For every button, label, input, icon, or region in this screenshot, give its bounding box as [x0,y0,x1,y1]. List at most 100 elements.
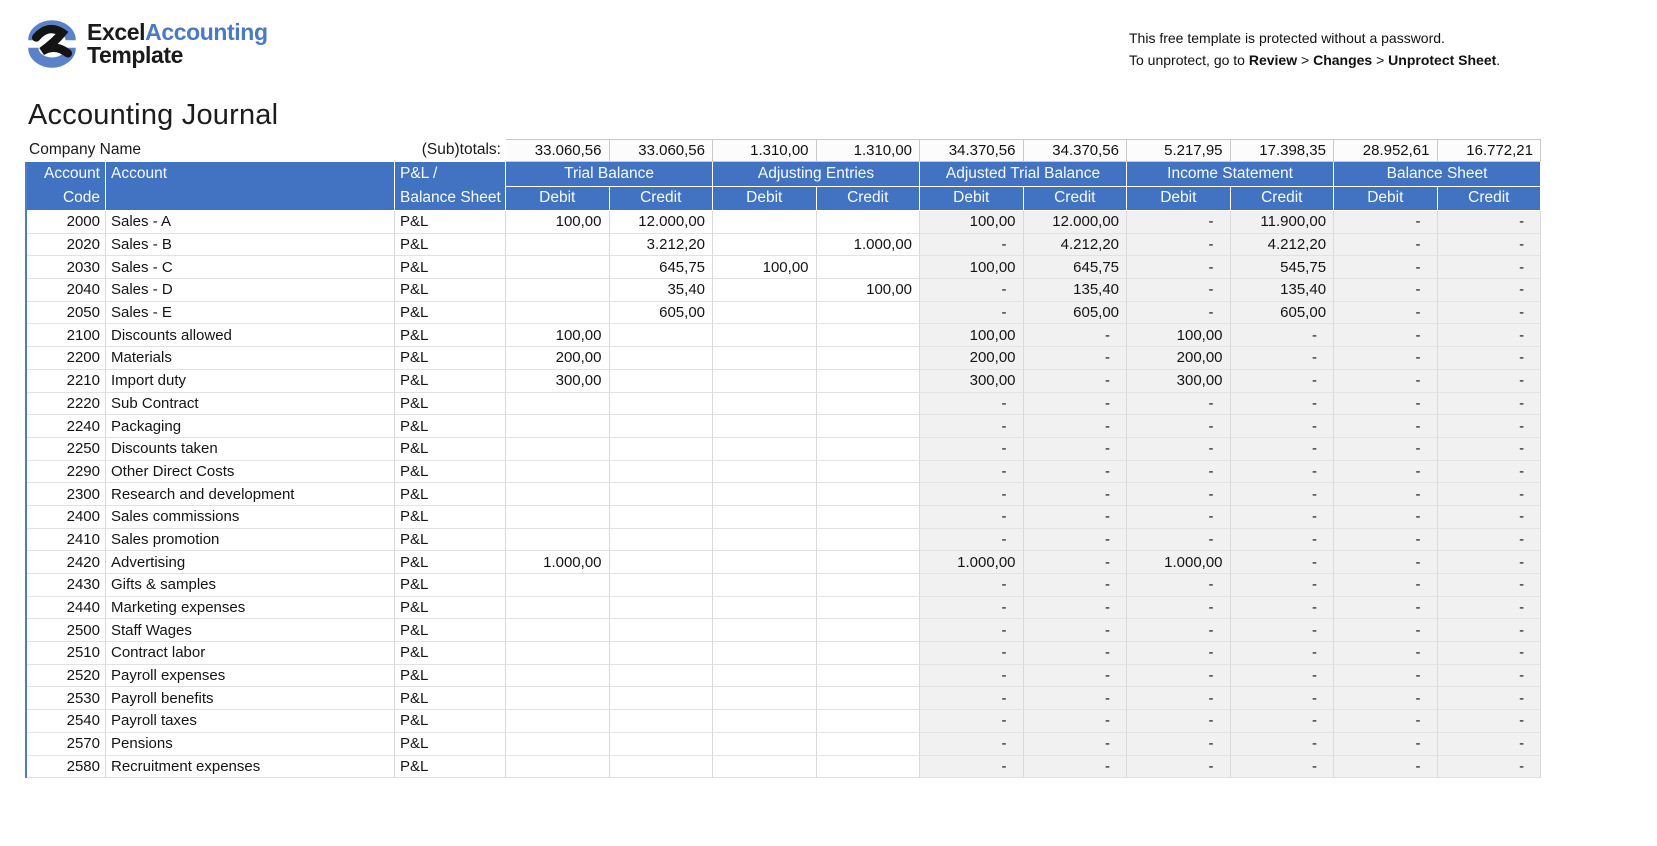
cell-amount[interactable]: - [1024,506,1128,529]
cell-amount[interactable]: - [1231,574,1335,597]
cell-amount[interactable]: 100,00 [506,324,610,347]
cell-amount[interactable] [610,393,714,416]
cell-amount[interactable]: - [1231,619,1335,642]
cell-account-code[interactable]: 2300 [27,483,106,506]
cell-amount[interactable]: - [1127,529,1231,552]
cell-account-name[interactable]: Sub Contract [106,393,395,416]
cell-amount[interactable] [713,234,817,257]
cell-amount[interactable]: - [1438,393,1542,416]
cell-account-name[interactable]: Discounts allowed [106,324,395,347]
cell-amount[interactable]: 645,75 [610,256,714,279]
cell-account-code[interactable]: 2240 [27,415,106,438]
cell-account-name[interactable]: Staff Wages [106,619,395,642]
cell-pl-type[interactable]: P&L [395,461,506,484]
cell-account-code[interactable]: 2410 [27,529,106,552]
cell-pl-type[interactable]: P&L [395,529,506,552]
cell-amount[interactable]: - [1438,687,1542,710]
cell-amount[interactable] [817,687,921,710]
cell-amount[interactable]: - [1127,393,1231,416]
cell-account-code[interactable]: 2530 [27,687,106,710]
cell-amount[interactable] [506,302,610,325]
cell-amount[interactable] [506,574,610,597]
cell-amount[interactable]: - [1334,211,1438,234]
cell-amount[interactable]: - [1127,506,1231,529]
cell-amount[interactable] [713,302,817,325]
cell-amount[interactable] [817,574,921,597]
cell-pl-type[interactable]: P&L [395,687,506,710]
cell-amount[interactable] [506,665,610,688]
cell-amount[interactable] [713,687,817,710]
cell-amount[interactable]: 100,00 [920,324,1024,347]
cell-pl-type[interactable]: P&L [395,302,506,325]
cell-amount[interactable]: 200,00 [506,347,610,370]
cell-amount[interactable]: 135,40 [1231,279,1335,302]
cell-amount[interactable]: - [1334,665,1438,688]
cell-amount[interactable] [817,619,921,642]
cell-amount[interactable] [817,733,921,756]
cell-amount[interactable]: - [920,415,1024,438]
cell-amount[interactable]: - [1438,438,1542,461]
cell-amount[interactable]: - [1024,687,1128,710]
cell-amount[interactable] [506,438,610,461]
cell-account-code[interactable]: 2400 [27,506,106,529]
cell-account-name[interactable]: Sales - A [106,211,395,234]
cell-amount[interactable]: - [1231,597,1335,620]
cell-amount[interactable]: - [1127,415,1231,438]
company-name-cell[interactable]: Company Name [25,139,395,162]
cell-amount[interactable] [713,710,817,733]
cell-amount[interactable]: - [920,619,1024,642]
cell-amount[interactable] [610,370,714,393]
cell-account-name[interactable]: Pensions [106,733,395,756]
cell-amount[interactable]: - [920,642,1024,665]
cell-amount[interactable]: - [1127,597,1231,620]
cell-amount[interactable] [713,733,817,756]
cell-amount[interactable]: - [1231,438,1335,461]
cell-amount[interactable] [610,347,714,370]
cell-amount[interactable]: - [1334,370,1438,393]
cell-amount[interactable] [817,393,921,416]
cell-amount[interactable]: - [920,710,1024,733]
cell-account-name[interactable]: Sales - C [106,256,395,279]
cell-amount[interactable] [817,642,921,665]
cell-account-name[interactable]: Gifts & samples [106,574,395,597]
cell-pl-type[interactable]: P&L [395,506,506,529]
cell-account-code[interactable]: 2200 [27,347,106,370]
cell-amount[interactable]: - [1127,211,1231,234]
cell-amount[interactable] [713,756,817,779]
cell-pl-type[interactable]: P&L [395,642,506,665]
cell-amount[interactable] [713,597,817,620]
cell-amount[interactable]: - [1334,347,1438,370]
cell-amount[interactable]: - [1231,461,1335,484]
cell-amount[interactable] [610,642,714,665]
cell-amount[interactable]: 4.212,20 [1024,234,1128,257]
cell-amount[interactable]: 605,00 [610,302,714,325]
cell-amount[interactable] [610,415,714,438]
cell-amount[interactable]: 300,00 [920,370,1024,393]
cell-amount[interactable]: 200,00 [920,347,1024,370]
cell-amount[interactable]: - [1024,370,1128,393]
cell-amount[interactable]: - [920,733,1024,756]
cell-account-code[interactable]: 2020 [27,234,106,257]
cell-amount[interactable] [713,506,817,529]
cell-amount[interactable] [713,211,817,234]
cell-amount[interactable] [610,574,714,597]
cell-amount[interactable]: - [1231,324,1335,347]
cell-account-code[interactable]: 2520 [27,665,106,688]
cell-amount[interactable]: - [1127,665,1231,688]
cell-pl-type[interactable]: P&L [395,733,506,756]
cell-amount[interactable]: - [1024,461,1128,484]
cell-amount[interactable]: 645,75 [1024,256,1128,279]
cell-account-code[interactable]: 2440 [27,597,106,620]
cell-account-code[interactable]: 2420 [27,551,106,574]
cell-amount[interactable] [713,324,817,347]
cell-amount[interactable]: - [920,597,1024,620]
cell-amount[interactable]: - [920,279,1024,302]
cell-amount[interactable]: - [1438,710,1542,733]
cell-amount[interactable] [610,324,714,347]
cell-amount[interactable] [506,415,610,438]
cell-amount[interactable] [713,619,817,642]
cell-amount[interactable] [610,619,714,642]
cell-amount[interactable]: - [920,461,1024,484]
cell-amount[interactable]: - [1334,574,1438,597]
cell-amount[interactable]: 100,00 [817,279,921,302]
